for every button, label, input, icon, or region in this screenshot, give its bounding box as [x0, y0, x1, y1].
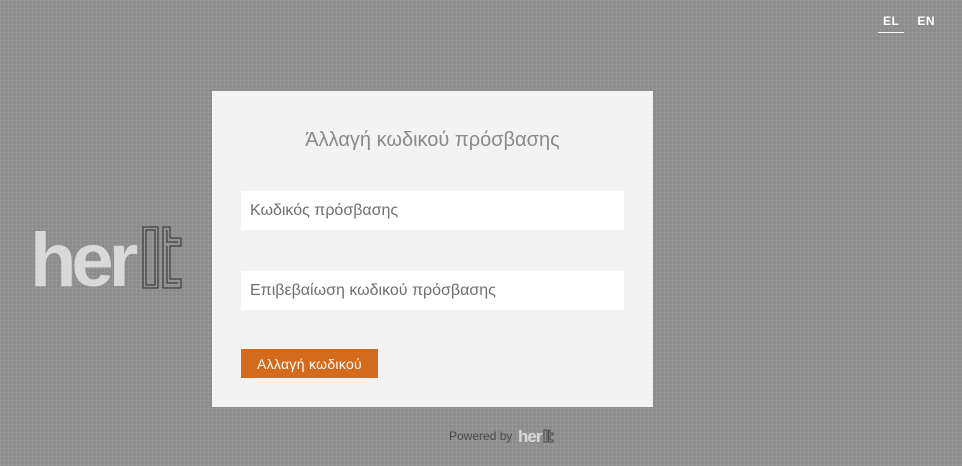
change-password-button[interactable]: Αλλαγή κωδικού	[241, 349, 378, 378]
herit-logo-icon: her	[30, 218, 182, 303]
herit-footer-logo-icon: her	[518, 428, 554, 444]
language-switch: EL EN	[877, 12, 940, 33]
powered-by: Powered by her	[449, 428, 554, 444]
herit-logo: her	[30, 218, 190, 303]
lang-en-link[interactable]: EN	[912, 12, 940, 33]
svg-text:her: her	[30, 224, 138, 294]
change-password-card: Άλλαγή κωδικού πρόσβασης Αλλαγή κωδικού	[212, 91, 653, 407]
lang-el-link[interactable]: EL	[877, 12, 905, 33]
svg-text:her: her	[518, 428, 543, 444]
password-input[interactable]	[241, 191, 624, 230]
confirm-password-input[interactable]	[241, 271, 624, 310]
page-title: Άλλαγή κωδικού πρόσβασης	[305, 129, 560, 151]
powered-by-label: Powered by	[449, 429, 513, 443]
